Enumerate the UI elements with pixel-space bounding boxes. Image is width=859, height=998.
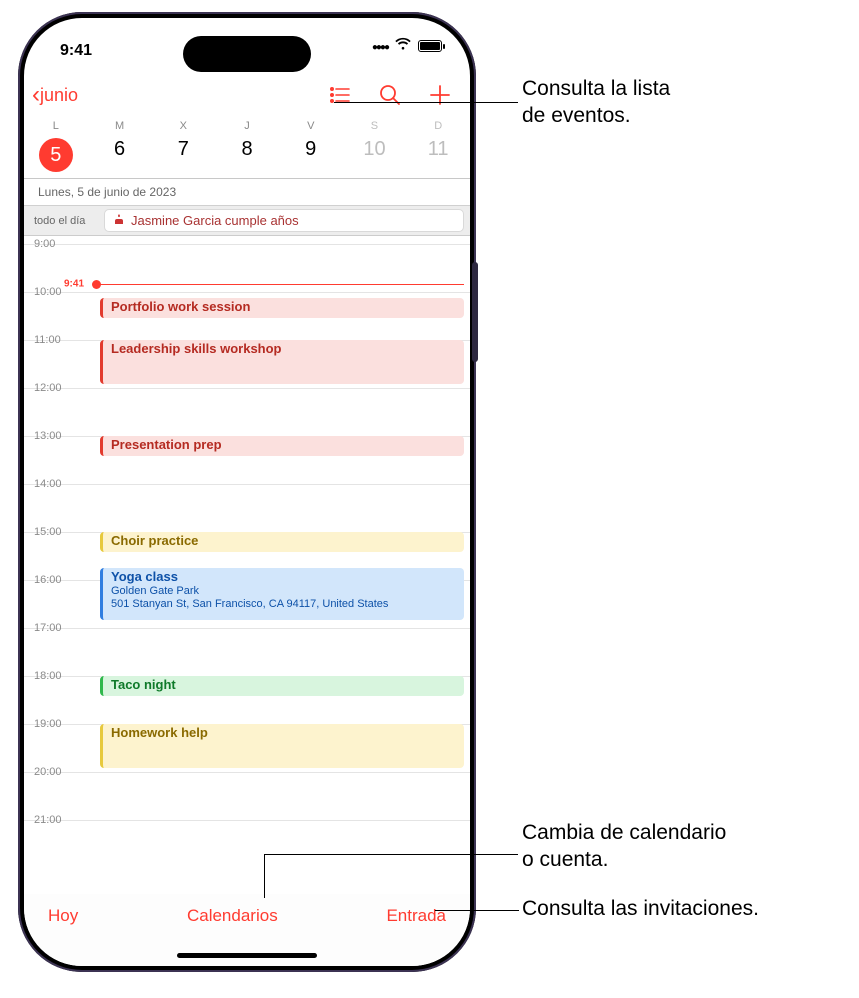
hour-label: 11:00	[34, 334, 61, 346]
hour-label: 15:00	[34, 526, 62, 538]
hour-row: 20:00	[24, 772, 470, 820]
day-timeline[interactable]: 9:0010:0011:0012:0013:0014:0015:0016:001…	[24, 236, 470, 876]
add-event-button[interactable]	[428, 83, 452, 107]
day-col-6[interactable]: M6	[88, 120, 152, 172]
day-col-10[interactable]: S 10	[343, 120, 407, 172]
event-title: Presentation prep	[111, 438, 456, 453]
event-block[interactable]: Portfolio work session	[100, 298, 464, 318]
hour-label: 20:00	[34, 766, 62, 778]
back-button[interactable]: ‹ junio	[32, 83, 78, 107]
dynamic-island	[183, 36, 311, 72]
callout-calendars: Cambia de calendario o cuenta.	[522, 820, 726, 874]
day-number: 7	[151, 138, 215, 161]
wifi-icon	[394, 37, 412, 56]
screen: 9:41 ‹ junio	[24, 18, 470, 966]
callout-line	[264, 854, 265, 898]
hour-label: 21:00	[34, 814, 62, 826]
callout-line	[334, 102, 518, 103]
hour-label: 13:00	[34, 430, 62, 442]
day-col-5[interactable]: L5	[24, 120, 88, 172]
callout-inbox: Consulta las invitaciones.	[522, 896, 759, 923]
hour-row: 12:00	[24, 388, 470, 436]
now-indicator	[98, 284, 464, 285]
day-letter: S	[343, 120, 407, 132]
hour-label: 14:00	[34, 478, 62, 490]
hour-row: 17:00	[24, 628, 470, 676]
hour-label: 10:00	[34, 286, 62, 298]
hour-row: 14:00	[24, 484, 470, 532]
day-number: 9	[279, 138, 343, 161]
day-letter: D	[406, 120, 470, 132]
event-block[interactable]: Taco night	[100, 676, 464, 696]
day-col-11[interactable]: D 11	[406, 120, 470, 172]
event-subtitle: 501 Stanyan St, San Francisco, CA 94117,…	[111, 598, 456, 611]
inbox-button[interactable]: Entrada	[386, 906, 446, 926]
status-time: 9:41	[60, 32, 92, 60]
phone-frame: 9:41 ‹ junio	[18, 12, 476, 972]
birthday-icon	[113, 213, 125, 228]
all-day-event[interactable]: Jasmine Garcia cumple años	[104, 209, 464, 232]
cellular-icon	[372, 37, 388, 55]
calendars-button[interactable]: Calendarios	[187, 906, 278, 926]
event-title: Leadership skills workshop	[111, 342, 456, 357]
event-title: Yoga class	[111, 570, 456, 585]
callout-line	[264, 854, 518, 855]
day-number: 11	[406, 138, 470, 161]
day-letter: L	[24, 120, 88, 132]
week-strip[interactable]: L5M6X7J8V9S10D11	[24, 116, 470, 179]
hour-label: 9:00	[34, 238, 55, 250]
home-indicator[interactable]	[177, 953, 317, 958]
day-letter: V	[279, 120, 343, 132]
day-col-9[interactable]: V9	[279, 120, 343, 172]
callout-list: Consulta la lista de eventos.	[522, 76, 670, 130]
event-block[interactable]: Homework help	[100, 724, 464, 768]
full-date-label: Lunes, 5 de junio de 2023	[24, 179, 470, 206]
power-button[interactable]	[472, 262, 478, 362]
callout-line	[435, 910, 519, 911]
event-block[interactable]: Presentation prep	[100, 436, 464, 456]
day-number: 6	[88, 138, 152, 161]
back-label: junio	[40, 85, 78, 106]
hour-label: 18:00	[34, 670, 62, 682]
event-title: Portfolio work session	[111, 300, 456, 315]
now-time-label: 9:41	[64, 279, 84, 290]
hour-label: 19:00	[34, 718, 62, 730]
hour-label: 17:00	[34, 622, 62, 634]
event-title: Choir practice	[111, 534, 456, 549]
event-block[interactable]: Leadership skills workshop	[100, 340, 464, 384]
day-col-8[interactable]: J8	[215, 120, 279, 172]
day-letter: M	[88, 120, 152, 132]
all-day-event-title: Jasmine Garcia cumple años	[131, 213, 299, 228]
hour-label: 12:00	[34, 382, 62, 394]
day-number: 8	[215, 138, 279, 161]
today-button[interactable]: Hoy	[48, 906, 78, 926]
hour-row: 21:00	[24, 820, 470, 868]
event-title: Taco night	[111, 678, 456, 693]
nav-bar: ‹ junio	[24, 74, 470, 116]
hour-label: 16:00	[34, 574, 62, 586]
event-block[interactable]: Choir practice	[100, 532, 464, 552]
event-title: Homework help	[111, 726, 456, 741]
day-number: 10	[343, 138, 407, 161]
bottom-toolbar: Hoy Calendarios Entrada	[24, 894, 470, 966]
all-day-label: todo el día	[34, 215, 96, 227]
chevron-left-icon: ‹	[32, 83, 40, 107]
day-letter: X	[151, 120, 215, 132]
search-button[interactable]	[378, 83, 402, 107]
event-block[interactable]: Yoga classGolden Gate Park501 Stanyan St…	[100, 568, 464, 620]
list-view-button[interactable]	[328, 83, 352, 107]
event-subtitle: Golden Gate Park	[111, 585, 456, 598]
all-day-row: todo el día Jasmine Garcia cumple años	[24, 206, 470, 236]
day-letter: J	[215, 120, 279, 132]
battery-icon	[418, 40, 442, 52]
day-col-7[interactable]: X7	[151, 120, 215, 172]
day-number: 5	[39, 138, 73, 172]
